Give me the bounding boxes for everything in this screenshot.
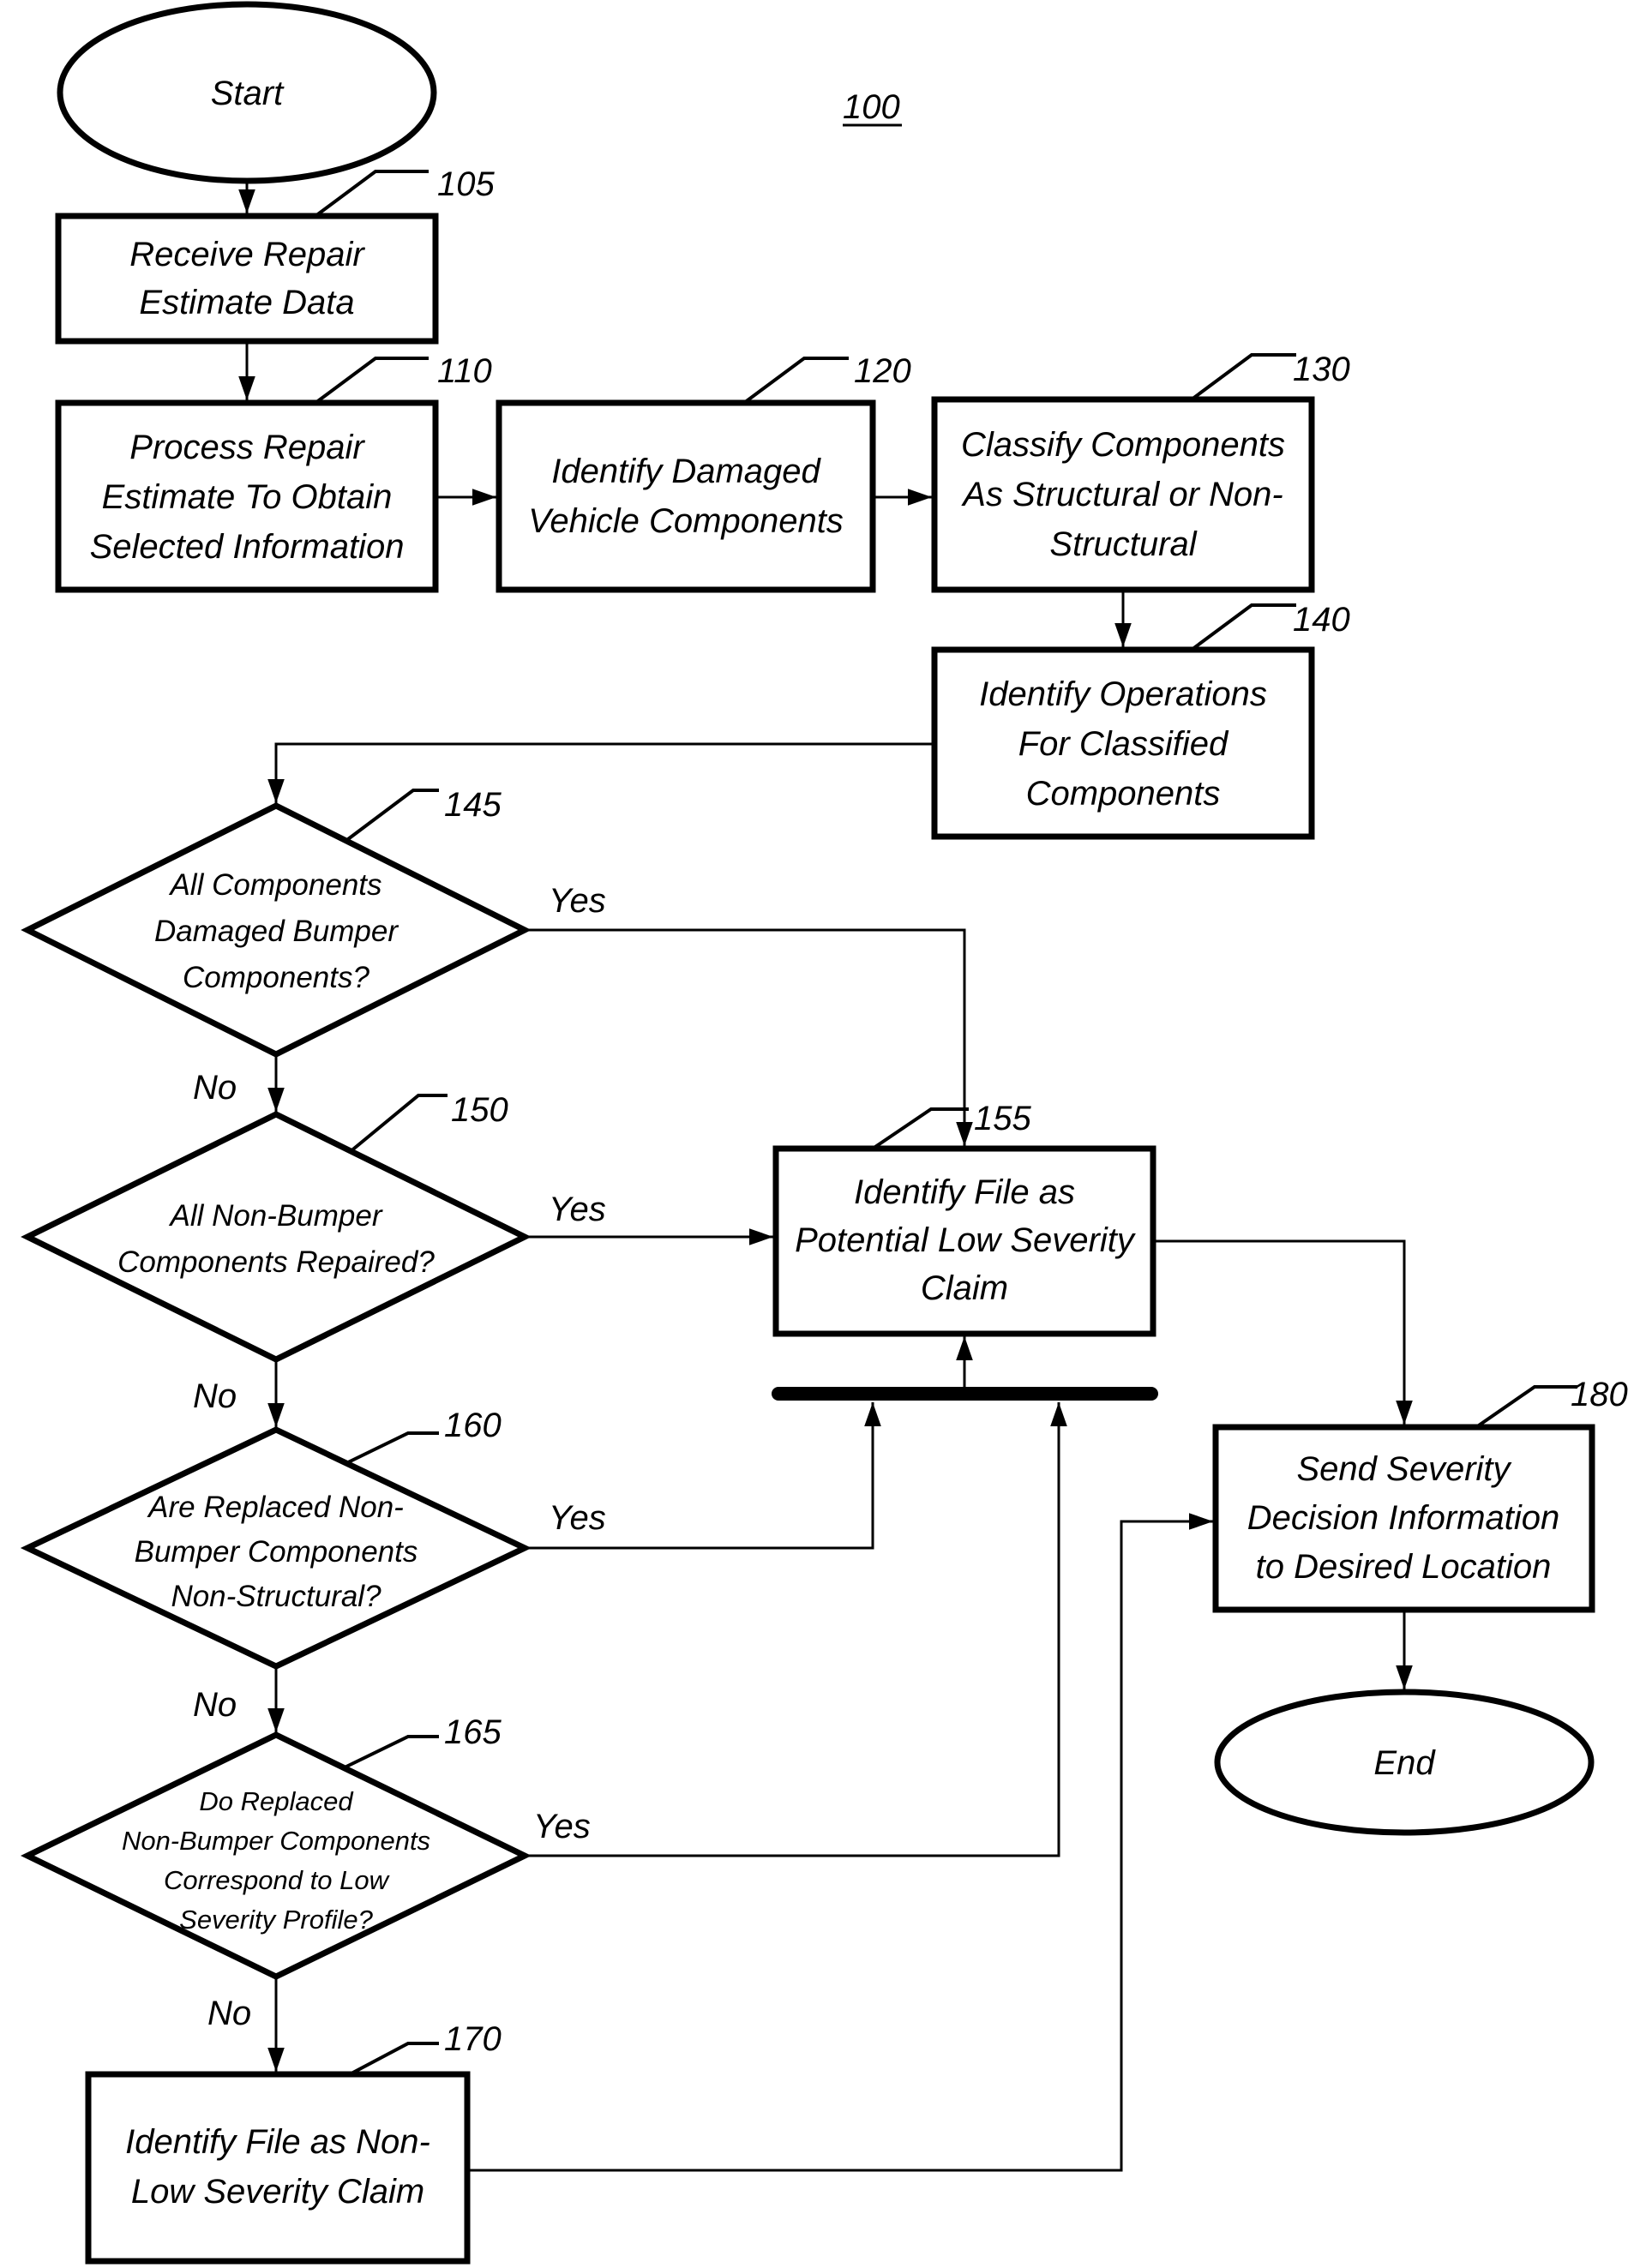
edge-165-bar-yes [525, 1402, 1067, 1857]
ref-165: 165 [444, 1713, 502, 1751]
yes-label-160: Yes [549, 1499, 606, 1537]
leader-120 [742, 357, 849, 405]
decision-160-line-1: Are Replaced Non- [147, 1491, 404, 1524]
yes-label-165: Yes [533, 1808, 591, 1845]
step-120-identify-damaged-components: Identify Damaged Vehicle Components 120 [496, 352, 911, 593]
step-105-line-2: Estimate Data [139, 284, 354, 321]
no-label-165: No [207, 1995, 251, 2032]
step-105-line-1: Receive Repair [129, 236, 365, 273]
ref-160: 160 [444, 1407, 502, 1444]
end-label: End [1373, 1744, 1436, 1782]
leader-170 [349, 2042, 439, 2076]
start-label: Start [211, 75, 285, 112]
no-label-145: No [193, 1069, 237, 1107]
step-110-line-1: Process Repair [129, 429, 365, 466]
decision-165-low-severity-profile: Do Replaced Non-Bumper Components Corres… [20, 1713, 532, 1980]
decision-150-non-bumper-repaired: All Non-Bumper Components Repaired? 150 [21, 1091, 532, 1363]
leader-110 [314, 357, 429, 405]
edge-145-155-yes [525, 928, 973, 1146]
start-terminal: Start [57, 1, 437, 184]
ref-170: 170 [444, 2020, 502, 2058]
step-110-line-3: Selected Information [90, 528, 405, 566]
edge-170-180 [467, 1513, 1213, 2172]
decision-165-line-1: Do Replaced [199, 1786, 354, 1816]
step-130-classify-components: Classify Components As Structural or Non… [931, 351, 1350, 593]
step-180-line-2: Decision Information [1247, 1499, 1560, 1537]
end-terminal: End [1214, 1689, 1595, 1836]
step-140-line-2: For Classified [1018, 725, 1229, 763]
ref-130: 130 [1293, 351, 1350, 388]
leader-150 [348, 1094, 448, 1154]
leader-180 [1475, 1385, 1577, 1429]
ref-155: 155 [974, 1100, 1031, 1137]
ref-150: 150 [451, 1091, 508, 1129]
figure-number: 100 [843, 88, 900, 126]
decision-160-replaced-non-structural: Are Replaced Non- Bumper Components Non-… [20, 1407, 532, 1670]
step-130-line-1: Classify Components [961, 426, 1285, 464]
step-155-line-2: Potential Low Severity [795, 1221, 1137, 1259]
step-180-send-severity-decision: Send Severity Decision Information to De… [1212, 1376, 1628, 1613]
decision-160-line-3: Non-Structural? [171, 1580, 381, 1613]
step-130-line-3: Structural [1049, 525, 1197, 563]
decision-150-line-2: Components Repaired? [117, 1245, 435, 1279]
ref-120: 120 [854, 352, 911, 390]
step-110-line-2: Estimate To Obtain [102, 478, 393, 516]
ref-110: 110 [437, 352, 492, 390]
decision-145-line-2: Damaged Bumper [154, 915, 399, 948]
decision-145-line-1: All Components [168, 868, 381, 902]
edge-140-145 [267, 742, 934, 803]
step-105-receive-repair-estimate: Receive Repair Estimate Data 105 [55, 165, 495, 345]
yes-label-145: Yes [549, 882, 606, 920]
step-180-line-1: Send Severity [1296, 1450, 1512, 1488]
ref-145: 145 [444, 786, 502, 824]
leader-130 [1190, 353, 1296, 401]
leader-140 [1190, 603, 1296, 651]
step-180-line-3: to Desired Location [1256, 1548, 1552, 1586]
decision-160-line-2: Bumper Components [135, 1535, 418, 1569]
decision-150-line-1: All Non-Bumper [168, 1199, 382, 1233]
step-120-line-2: Vehicle Components [528, 502, 844, 540]
ref-105: 105 [437, 165, 495, 203]
leader-160 [344, 1431, 439, 1466]
leader-155 [871, 1107, 969, 1150]
leader-105 [314, 170, 429, 218]
decision-165-line-4: Severity Profile? [179, 1905, 373, 1935]
no-label-160: No [193, 1686, 237, 1724]
step-170-non-low-severity: Identify File as Non- Low Severity Claim… [85, 2020, 502, 2265]
step-170-line-2: Low Severity Claim [131, 2173, 424, 2211]
step-120-line-1: Identify Damaged [551, 453, 821, 490]
decision-165-line-2: Non-Bumper Components [122, 1826, 430, 1856]
ref-140: 140 [1293, 601, 1350, 639]
no-label-150: No [193, 1377, 237, 1415]
yes-label-150: Yes [549, 1191, 606, 1228]
step-155-line-3: Claim [921, 1269, 1008, 1307]
edge-155-180 [1153, 1239, 1413, 1425]
step-130-line-2: As Structural or Non- [961, 476, 1283, 513]
step-170-line-1: Identify File as Non- [125, 2123, 430, 2161]
ref-180: 180 [1571, 1376, 1628, 1413]
decision-145-line-3: Components? [183, 961, 369, 994]
leader-145 [343, 789, 439, 843]
leader-165 [344, 1735, 439, 1769]
decision-165-line-3: Correspond to Low [164, 1865, 391, 1895]
step-110-process-repair-estimate: Process Repair Estimate To Obtain Select… [55, 352, 492, 593]
step-140-identify-operations: Identify Operations For Classified Compo… [931, 601, 1350, 840]
step-140-line-3: Components [1026, 775, 1221, 813]
step-155-line-1: Identify File as [854, 1173, 1075, 1211]
flowchart: 100 Start Receive Repair Estimate Data 1… [20, 1, 1628, 2265]
decision-145-all-bumper-components: All Components Damaged Bumper Components… [21, 786, 532, 1058]
step-140-line-1: Identify Operations [979, 675, 1267, 713]
